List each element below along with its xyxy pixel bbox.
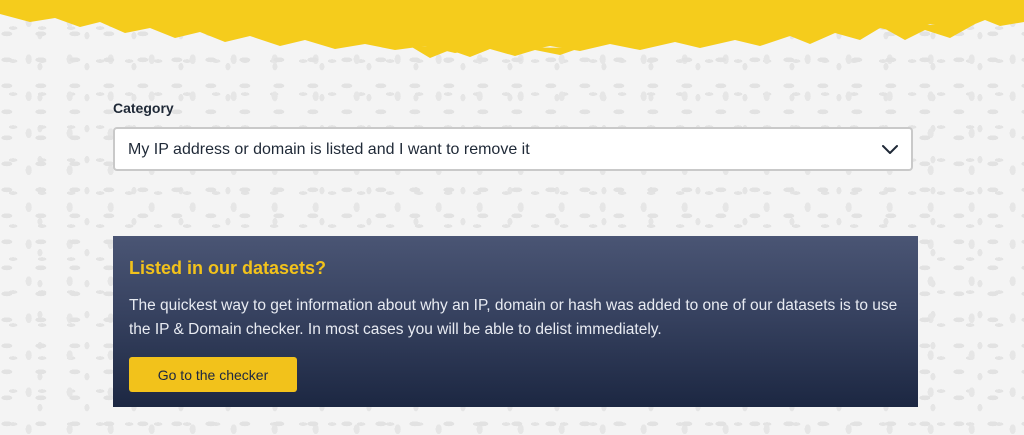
category-select-value: My IP address or domain is listed and I … (128, 141, 530, 158)
yellow-brush-banner (0, 0, 1024, 60)
go-to-checker-button[interactable]: Go to the checker (129, 357, 297, 392)
datasets-info-panel: Listed in our datasets? The quickest way… (113, 236, 918, 407)
panel-title: Listed in our datasets? (129, 258, 327, 278)
category-label: Category (113, 100, 174, 116)
category-select[interactable]: My IP address or domain is listed and I … (113, 127, 913, 171)
chevron-down-icon (881, 140, 899, 158)
panel-description: The quickest way to get information abou… (129, 297, 898, 338)
